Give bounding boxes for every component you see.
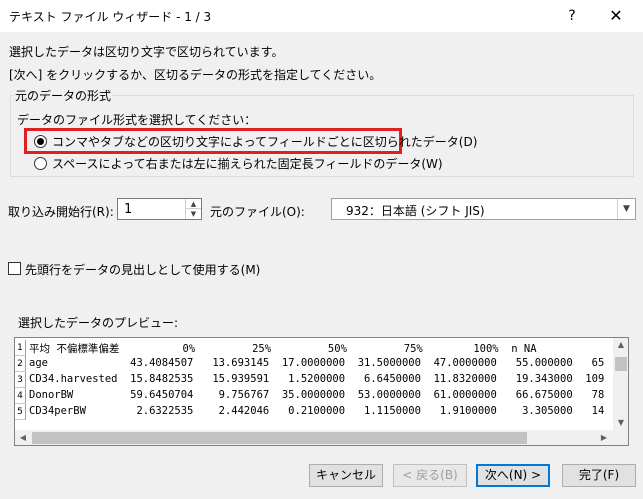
preview-row: 5 CD34perBW 2.6322535 2.442046 0.2100000… [15, 404, 613, 420]
delimited-option-label[interactable]: コンマやタブなどの区切り文字によってフィールドごとに区切られたデータ(D) [52, 133, 477, 150]
delimited-radio[interactable] [34, 135, 47, 148]
preview-row-number: 2 [15, 356, 26, 372]
next-button[interactable]: 次へ(N) > [476, 464, 550, 487]
preview-row: 3 CD34.harvested 15.8482535 15.939591 1.… [15, 372, 613, 388]
preview-label: 選択したデータのプレビュー: [18, 316, 179, 330]
origin-select[interactable]: 932：日本語 (シフト JIS) ▼ [331, 198, 636, 220]
spin-up-icon[interactable]: ▲ [186, 199, 201, 209]
preview-row-text: CD34perBW 2.6322535 2.442046 0.2100000 1… [29, 405, 605, 417]
preview-row-number: 1 [15, 340, 26, 356]
chevron-down-icon[interactable]: ▼ [617, 199, 635, 219]
scroll-up-icon[interactable]: ▲ [613, 340, 628, 349]
intro-line-1: 選択したデータは区切り文字で区切られています。 [9, 45, 284, 59]
spin-down-icon[interactable]: ▼ [186, 209, 201, 219]
format-group-title: 元のデータの形式 [14, 87, 113, 104]
scroll-left-icon[interactable]: ◀ [17, 433, 29, 442]
start-row-spinner[interactable]: 1 ▲ ▼ [117, 198, 202, 220]
preview-row-number: 4 [15, 388, 26, 404]
header-checkbox[interactable] [8, 262, 21, 275]
back-button[interactable]: < 戻る(B) [393, 464, 467, 487]
fixed-width-option-label[interactable]: スペースによって右または左に揃えられた固定長フィールドのデータ(W) [52, 155, 443, 172]
fixed-width-radio[interactable] [34, 157, 47, 170]
title-bar: テキスト ファイル ウィザード - 1 / 3 ? ✕ [0, 0, 643, 32]
preview-row-number: 5 [15, 404, 26, 420]
start-row-spin-buttons: ▲ ▼ [185, 199, 201, 219]
preview-row: 1 平均 不偏標準偏差 0% 25% 50% 75% 100% n NA [15, 340, 613, 356]
preview-pane[interactable]: 1 平均 不偏標準偏差 0% 25% 50% 75% 100% n NA 2 a… [14, 337, 629, 446]
close-icon: ✕ [609, 6, 623, 25]
preview-row-text: CD34.harvested 15.8482535 15.939591 1.52… [29, 373, 605, 385]
format-prompt: データのファイル形式を選択してください： [17, 113, 257, 127]
preview-row: 2 age 43.4084507 13.693145 17.0000000 31… [15, 356, 613, 372]
preview-row-text: age 43.4084507 13.693145 17.0000000 31.5… [29, 357, 605, 369]
help-button[interactable]: ? [560, 4, 584, 28]
start-row-label: 取り込み開始行(R): [8, 205, 114, 219]
horizontal-scroll-thumb[interactable] [32, 432, 527, 444]
preview-row-text: DonorBW 59.6450704 9.756767 35.0000000 5… [29, 389, 605, 401]
preview-row: 4 DonorBW 59.6450704 9.756767 35.0000000… [15, 388, 613, 404]
window-title: テキスト ファイル ウィザード - 1 / 3 [9, 10, 212, 24]
preview-horizontal-scrollbar[interactable]: ◀ ▶ [15, 430, 613, 445]
cancel-button[interactable]: キャンセル [309, 464, 383, 487]
close-button[interactable]: ✕ [603, 4, 629, 28]
scroll-right-icon[interactable]: ▶ [598, 433, 610, 442]
intro-line-2: [次へ] をクリックするか、区切るデータの形式を指定してください。 [9, 68, 382, 82]
header-checkbox-label[interactable]: 先頭行をデータの見出しとして使用する(M) [25, 261, 260, 278]
preview-row-number: 3 [15, 372, 26, 388]
scroll-down-icon[interactable]: ▼ [613, 418, 628, 427]
origin-label: 元のファイル(O): [210, 205, 305, 219]
vertical-scroll-thumb[interactable] [615, 357, 627, 371]
start-row-value[interactable]: 1 [124, 202, 132, 217]
origin-value: 932：日本語 (シフト JIS) [346, 204, 485, 218]
preview-row-text: 平均 不偏標準偏差 0% 25% 50% 75% 100% n NA [29, 343, 537, 355]
scrollbar-corner [613, 430, 628, 445]
preview-vertical-scrollbar[interactable]: ▲ ▼ [613, 338, 628, 430]
finish-button[interactable]: 完了(F) [562, 464, 636, 487]
